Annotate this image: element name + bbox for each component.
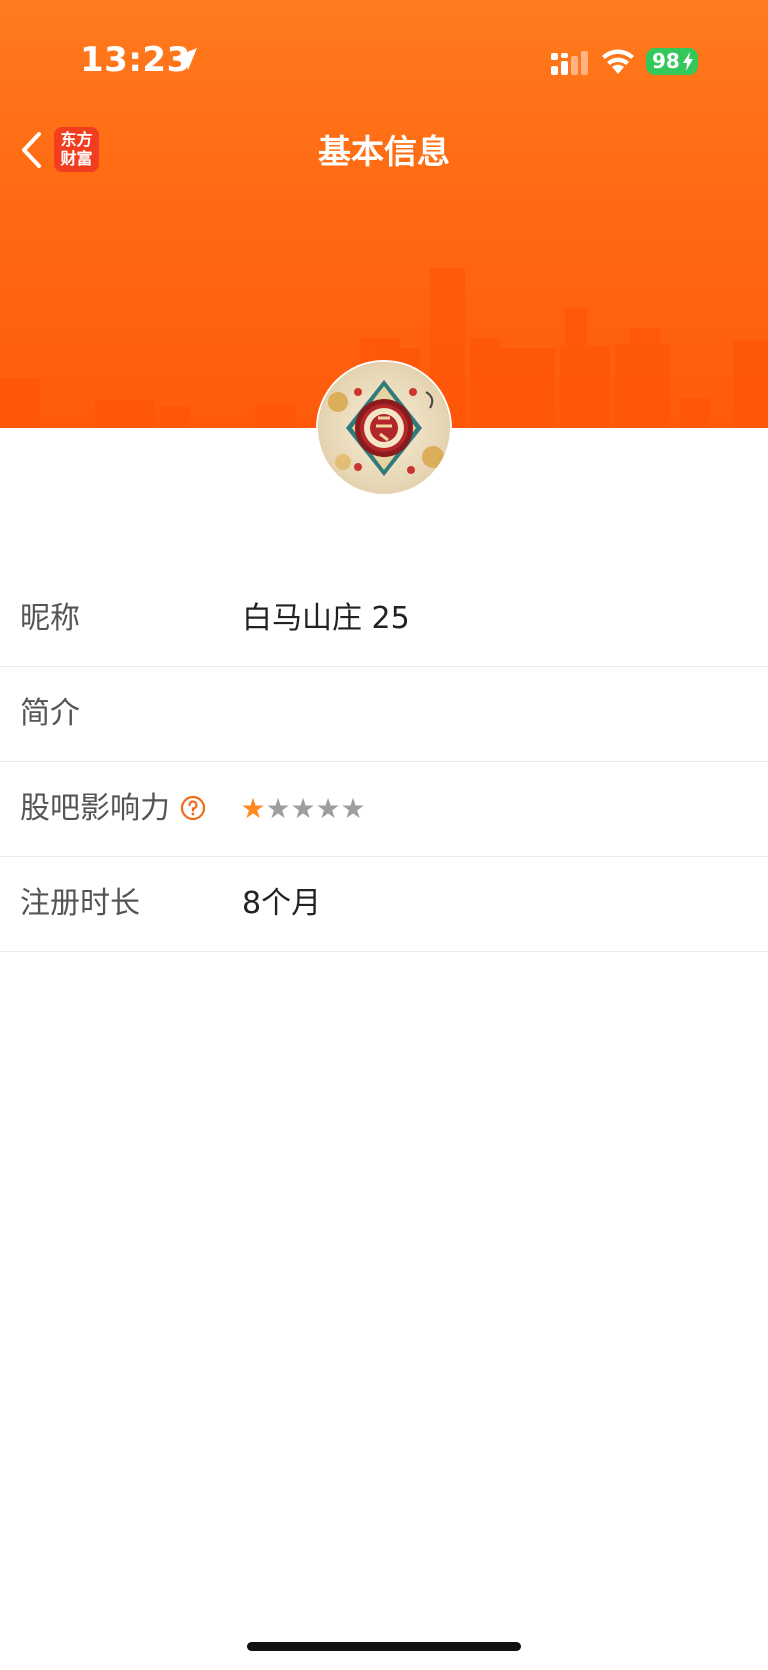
wifi-icon	[602, 49, 634, 74]
avatar-image	[328, 380, 444, 476]
registration-duration-row: 注册时长 8个月	[0, 857, 768, 952]
bio-label: 简介	[20, 696, 80, 731]
bio-row[interactable]: 简介	[0, 667, 768, 762]
nickname-label: 昵称	[20, 601, 80, 636]
signal-icon	[551, 51, 588, 75]
screen: 13:23 98 东方 财富 基本信息 昵称 白马山庄 25 简介 股吧影响力 …	[0, 0, 768, 1670]
battery-level: 98	[652, 49, 680, 73]
home-indicator[interactable]	[247, 1642, 521, 1651]
registration-duration-label: 注册时长	[20, 886, 140, 921]
star-empty-icon: ★	[265, 792, 290, 825]
star-filled-icon: ★	[240, 792, 265, 825]
charging-bolt-icon	[683, 52, 693, 71]
influence-row: 股吧影响力 ★★★★★	[0, 762, 768, 857]
nickname-value: 白马山庄 25	[242, 601, 410, 636]
influence-rating: ★★★★★	[240, 762, 365, 856]
nickname-row[interactable]: 昵称 白马山庄 25	[0, 572, 768, 667]
page-title: 基本信息	[318, 132, 450, 171]
star-empty-icon: ★	[315, 792, 340, 825]
profile-info-list: 昵称 白马山庄 25 简介 股吧影响力 ★★★★★ 注册时长 8个月	[0, 572, 768, 952]
location-icon	[175, 48, 197, 70]
avatar[interactable]	[318, 362, 450, 494]
help-icon[interactable]	[180, 795, 206, 821]
star-empty-icon: ★	[340, 792, 365, 825]
battery-icon: 98	[646, 48, 698, 75]
star-empty-icon: ★	[290, 792, 315, 825]
registration-duration-value: 8个月	[242, 886, 322, 921]
influence-label: 股吧影响力	[20, 791, 170, 826]
